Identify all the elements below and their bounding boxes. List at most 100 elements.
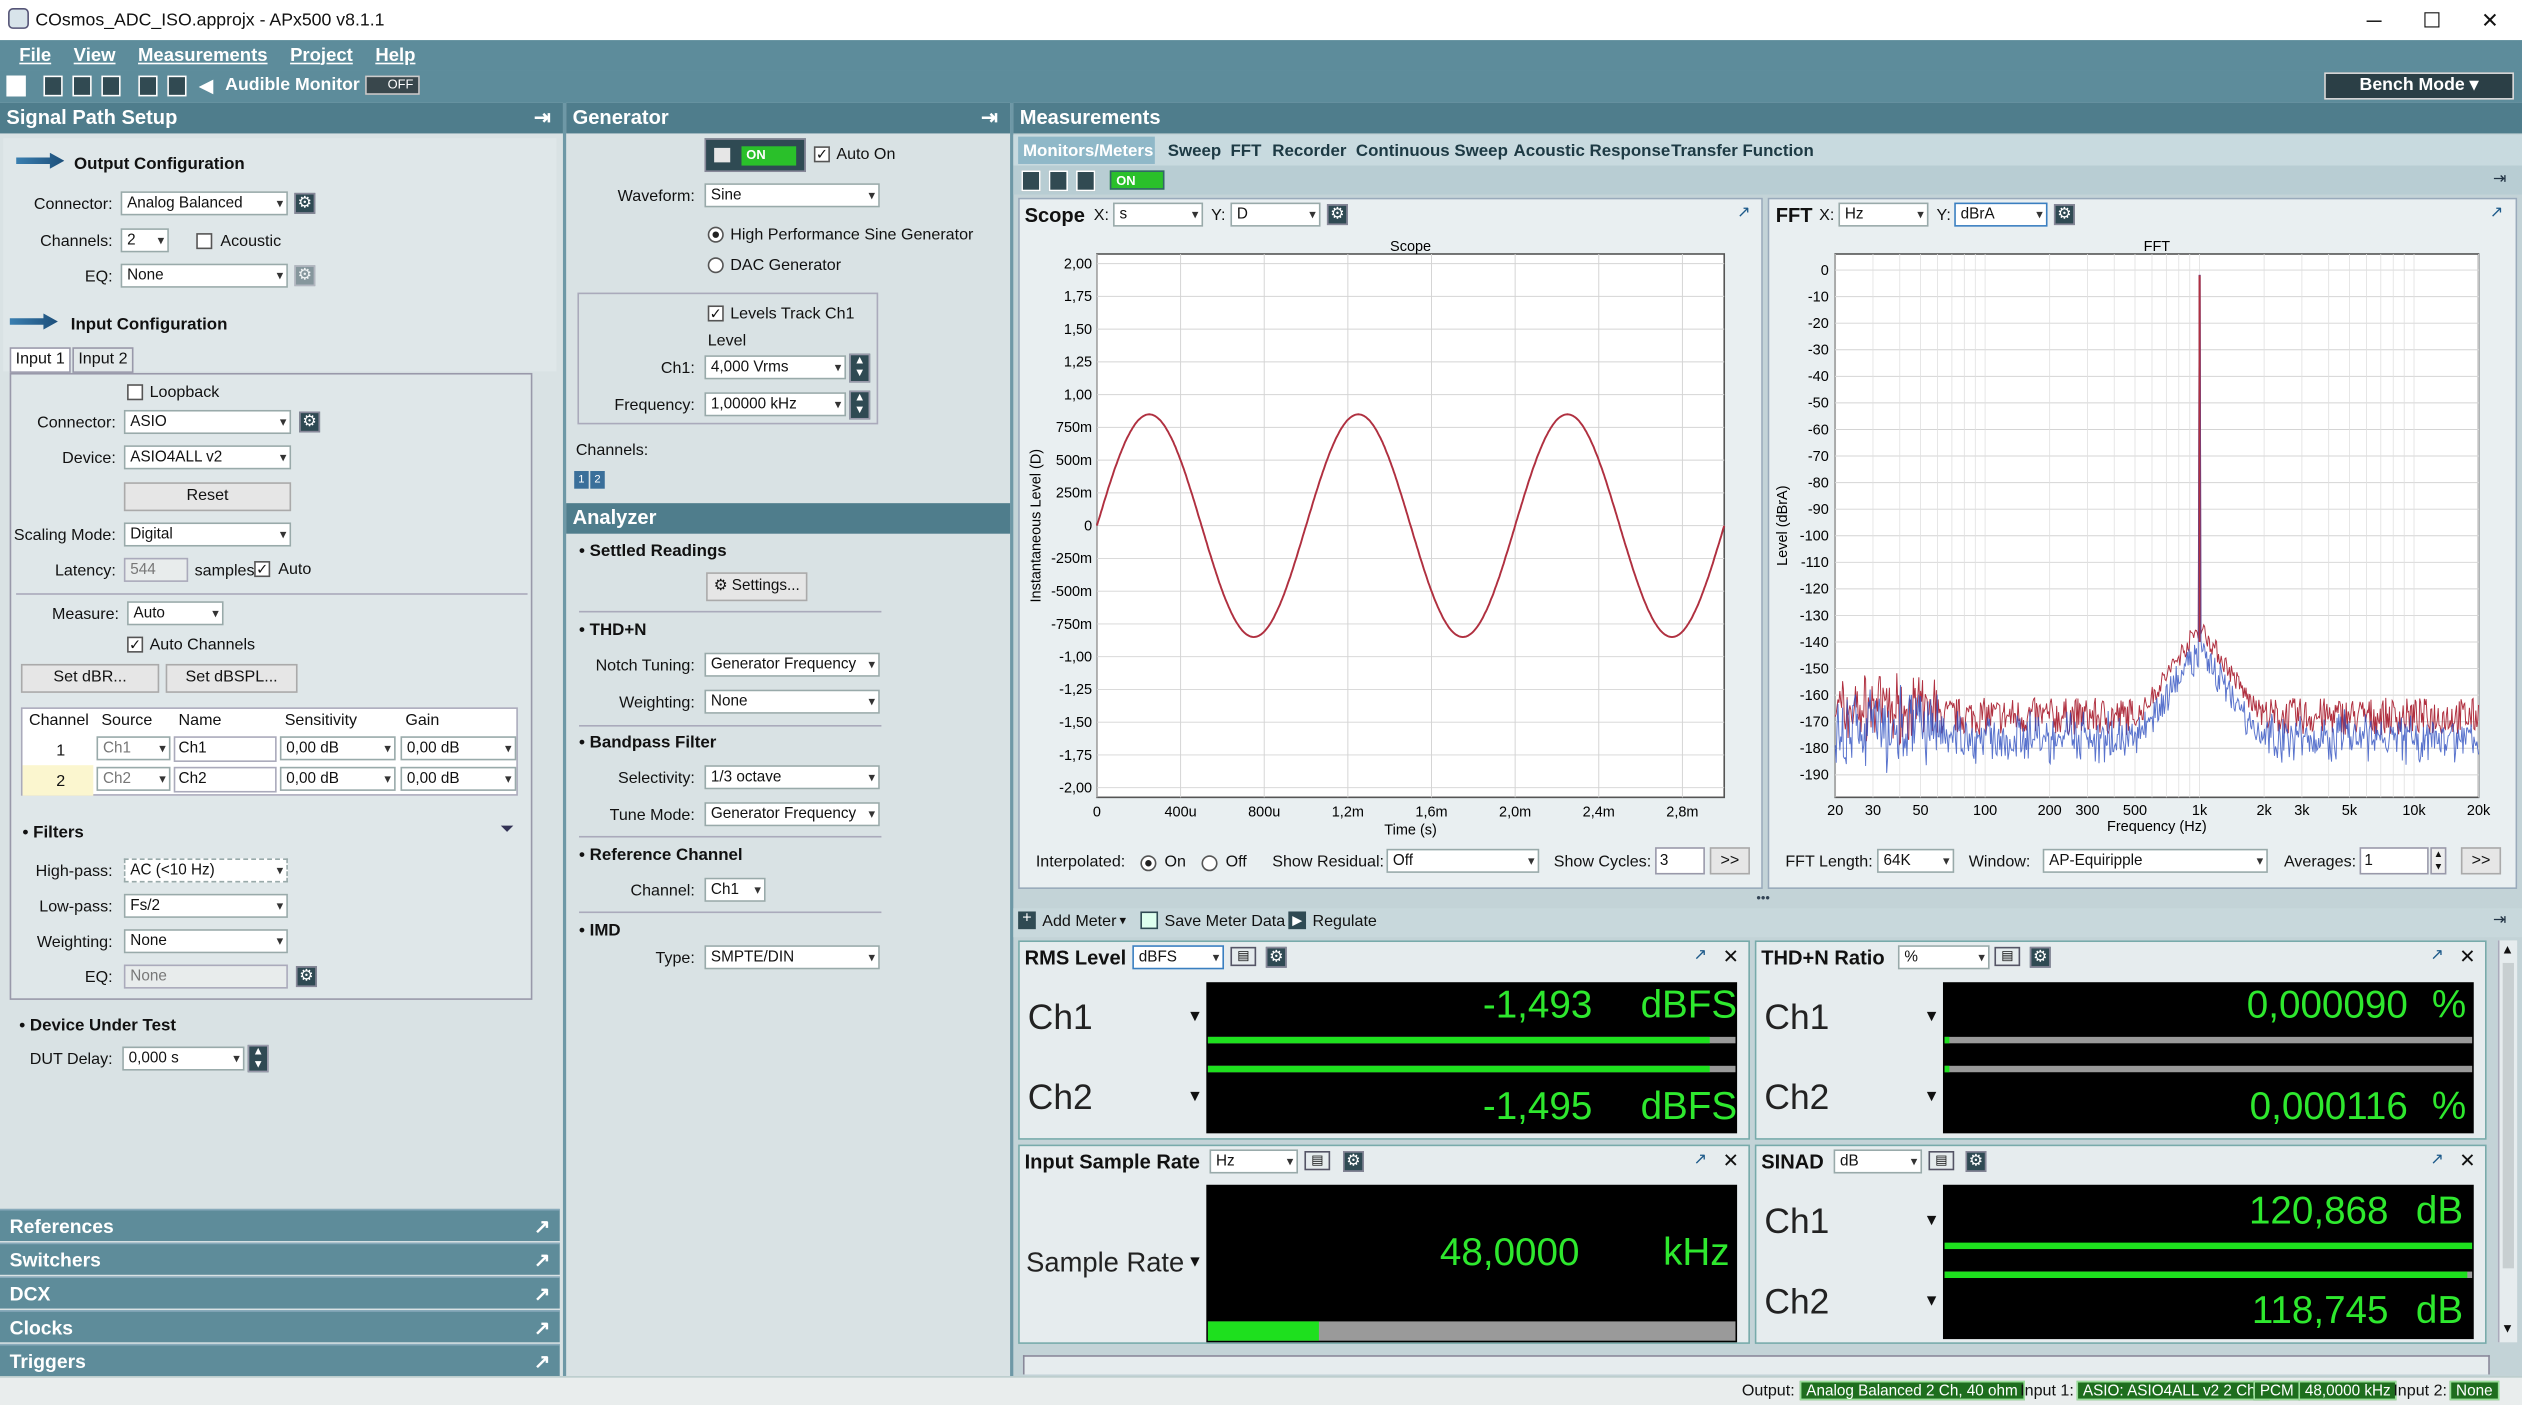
- isr-unit-select[interactable]: Hz: [1209, 1149, 1298, 1174]
- row1-source[interactable]: Ch1: [96, 736, 171, 761]
- status-input2-value[interactable]: None: [2449, 1380, 2500, 1401]
- rms-unit-select[interactable]: dBFS: [1132, 945, 1225, 970]
- close-window-button[interactable]: ✕: [2458, 0, 2522, 40]
- maximize-button[interactable]: ☐: [2400, 0, 2464, 40]
- latency-input[interactable]: 544: [123, 557, 189, 582]
- close-icon[interactable]: ✕: [2459, 945, 2475, 968]
- thdn-unit-select[interactable]: %: [1897, 945, 1990, 970]
- meter-settings-icon[interactable]: ▤: [1230, 946, 1257, 967]
- sweep-icon[interactable]: [167, 75, 187, 97]
- gear-icon[interactable]: ⚙: [299, 411, 321, 433]
- clocks-panel[interactable]: Clocks ↗: [0, 1310, 560, 1343]
- hp-sine-radio[interactable]: [707, 226, 724, 243]
- save-meter-data-button[interactable]: Save Meter Data: [1164, 913, 1285, 931]
- fft-more-button[interactable]: >>: [2460, 847, 2502, 875]
- input-connector-select[interactable]: ASIO: [123, 409, 292, 435]
- fft-icon[interactable]: [1076, 170, 1096, 192]
- triggers-panel[interactable]: Triggers ↗: [0, 1343, 560, 1377]
- fft-y-unit-select[interactable]: dBrA: [1954, 202, 2048, 227]
- input-device-select[interactable]: ASIO4ALL v2: [123, 445, 292, 470]
- scope-more-button[interactable]: >>: [1709, 847, 1750, 875]
- auto-channels-checkbox[interactable]: ✓: [127, 636, 144, 653]
- imd-type-select[interactable]: SMPTE/DIN: [704, 945, 880, 970]
- popout-icon[interactable]: ↗: [1694, 947, 1707, 965]
- speaker-icon[interactable]: ◀: [199, 76, 218, 96]
- scope-x-unit-select[interactable]: s: [1113, 202, 1204, 227]
- tab-recorder[interactable]: Recorder: [1272, 141, 1346, 160]
- scrollbar-thumb[interactable]: [2502, 962, 2514, 1269]
- status-output-value[interactable]: Analog Balanced 2 Ch, 40 ohm: [1799, 1380, 2025, 1401]
- dcx-panel[interactable]: DCX ↗: [0, 1276, 560, 1310]
- pin-icon[interactable]: ⇥: [534, 103, 551, 134]
- menu-file[interactable]: File: [19, 46, 51, 65]
- row1-sensitivity[interactable]: 0,00 dB: [279, 736, 396, 761]
- popout-icon[interactable]: ↗: [534, 1210, 550, 1242]
- set-dbspl-button[interactable]: Set dBSPL...: [165, 663, 298, 693]
- filter-eq-input[interactable]: None: [123, 964, 288, 989]
- scope-y-unit-select[interactable]: D: [1230, 202, 1321, 227]
- highpass-select[interactable]: AC (<10 Hz): [123, 858, 288, 883]
- channel-2-icon[interactable]: 2: [590, 471, 605, 489]
- channel-1-icon[interactable]: 1: [574, 471, 589, 489]
- dut-delay-stepper[interactable]: ▲ ▼: [247, 1044, 269, 1073]
- close-icon[interactable]: ✕: [1723, 945, 1739, 968]
- filter-icon[interactable]: ⏷: [500, 820, 514, 841]
- add-meter-button[interactable]: Add Meter: [1042, 913, 1116, 931]
- pin-icon[interactable]: ⇥: [981, 103, 998, 134]
- analyzer-weighting-select[interactable]: None: [704, 689, 880, 714]
- menu-measurements[interactable]: Measurements: [138, 46, 268, 65]
- bench-mode-dropdown[interactable]: Bench Mode ▾: [2324, 72, 2514, 100]
- dac-generator-radio[interactable]: [707, 257, 724, 274]
- menu-view[interactable]: View: [74, 46, 116, 65]
- switchers-panel[interactable]: Switchers ↗: [0, 1242, 560, 1276]
- chevron-down-icon[interactable]: ▼: [1924, 1212, 1940, 1230]
- fft-x-unit-select[interactable]: Hz: [1838, 202, 1929, 227]
- chevron-down-icon[interactable]: ▼: [1924, 1292, 1940, 1310]
- popout-icon[interactable]: ↗: [534, 1244, 550, 1276]
- play-icon[interactable]: ▶: [1288, 911, 1307, 930]
- sinad-unit-select[interactable]: dB: [1833, 1149, 1923, 1174]
- popout-icon[interactable]: ↗: [2490, 204, 2503, 222]
- tab-transfer-function[interactable]: Transfer Function: [1671, 141, 1814, 160]
- row2-gain[interactable]: 0,00 dB: [400, 766, 517, 791]
- window-select[interactable]: AP-Equiripple: [2042, 848, 2268, 873]
- gear-icon[interactable]: ⚙: [294, 192, 316, 214]
- scope-icon[interactable]: [1048, 170, 1068, 192]
- auto-on-checkbox[interactable]: ✓: [813, 146, 830, 163]
- popout-icon[interactable]: ↗: [1737, 204, 1750, 222]
- chevron-down-icon[interactable]: ▼: [1924, 1008, 1940, 1026]
- scroll-down-icon[interactable]: ▼: [2501, 1321, 2514, 1335]
- popout-icon[interactable]: ↗: [534, 1278, 550, 1310]
- gen-ch1-level-select[interactable]: 4,000 Vrms: [704, 355, 847, 380]
- tab-acoustic-response[interactable]: Acoustic Response: [1514, 141, 1671, 160]
- gear-icon[interactable]: ⚙: [2029, 946, 2051, 968]
- waveform-icon[interactable]: [138, 75, 158, 97]
- settings-button[interactable]: ⚙ Settings...: [706, 572, 808, 602]
- row2-sensitivity[interactable]: 0,00 dB: [279, 766, 396, 791]
- waveform-select[interactable]: Sine: [704, 183, 880, 208]
- acoustic-checkbox[interactable]: [196, 233, 213, 250]
- monitor-on-toggle[interactable]: ON: [1109, 170, 1165, 190]
- row1-name[interactable]: Ch1: [173, 736, 277, 762]
- gear-icon[interactable]: ⚙: [1343, 1151, 1364, 1172]
- chevron-down-icon[interactable]: ▼: [1187, 1088, 1203, 1106]
- scaling-mode-select[interactable]: Digital: [123, 522, 292, 547]
- minimize-button[interactable]: ─: [2342, 0, 2406, 40]
- frequency-stepper[interactable]: ▲ ▼: [849, 390, 871, 420]
- tab-monitors-meters[interactable]: Monitors/Meters: [1023, 141, 1153, 160]
- averages-stepper[interactable]: ▲ ▼: [2430, 847, 2447, 875]
- popout-icon[interactable]: ↗: [2430, 947, 2443, 965]
- settings-icon[interactable]: [101, 75, 121, 97]
- gear-icon[interactable]: ⚙: [1965, 1151, 1987, 1172]
- status-pcm[interactable]: PCM: [2253, 1380, 2301, 1401]
- frequency-select[interactable]: 1,00000 kHz: [704, 392, 847, 417]
- filter-weighting-select[interactable]: None: [123, 929, 288, 954]
- show-residual-select[interactable]: Off: [1386, 848, 1540, 873]
- generator-on-toggle[interactable]: ON: [704, 138, 806, 173]
- status-rate[interactable]: 48,0000 kHz: [2298, 1380, 2398, 1401]
- ref-channel-select[interactable]: Ch1: [704, 877, 766, 902]
- row1-gain[interactable]: 0,00 dB: [400, 736, 517, 761]
- status-input1-value[interactable]: ASIO: ASIO4ALL v2 2 Chs: [2076, 1380, 2270, 1401]
- notch-tuning-select[interactable]: Generator Frequency: [704, 652, 880, 677]
- tab-input-1[interactable]: Input 1: [9, 347, 71, 373]
